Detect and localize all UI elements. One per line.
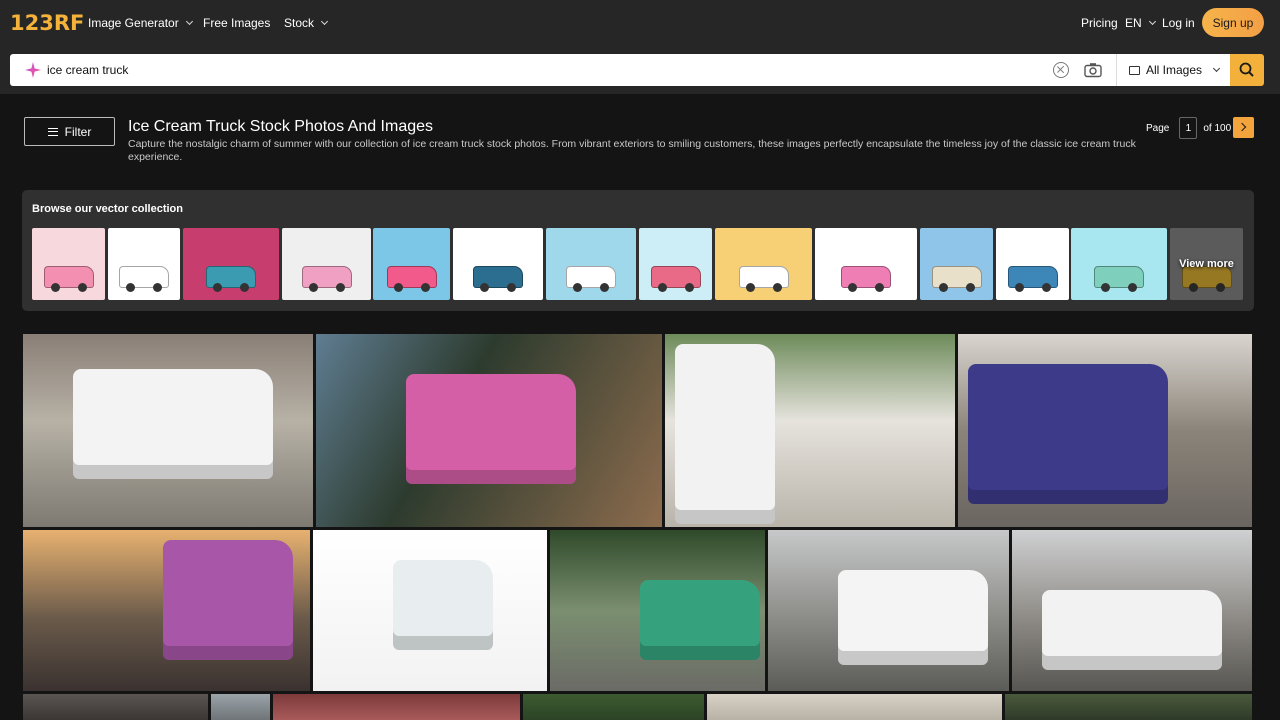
chevron-down-icon xyxy=(1212,64,1221,73)
photo-white-truck-street[interactable] xyxy=(23,334,313,527)
chevron-down-icon xyxy=(185,17,193,26)
photo-tile[interactable] xyxy=(273,694,520,720)
image-icon xyxy=(1129,65,1140,75)
nav-image-generator[interactable]: Image Generator xyxy=(88,16,193,30)
next-page-button[interactable] xyxy=(1233,117,1254,138)
login-label: Log in xyxy=(1162,16,1195,30)
truck-illustration xyxy=(386,266,437,292)
photo-truck-i-love-ny[interactable] xyxy=(1012,530,1252,691)
photo-white-truck-nyc[interactable] xyxy=(768,530,1009,691)
image-type-dropdown[interactable]: All Images xyxy=(1116,54,1230,86)
page-number-input[interactable]: 1 xyxy=(1179,117,1198,139)
clear-search-icon[interactable] xyxy=(1053,62,1069,78)
truck-illustration xyxy=(566,266,616,292)
vector-thumbnail[interactable] xyxy=(546,228,636,300)
language-selector[interactable]: EN xyxy=(1125,16,1156,30)
vector-thumbnail[interactable] xyxy=(815,228,917,300)
truck-illustration xyxy=(119,266,169,292)
search-button[interactable] xyxy=(1230,54,1264,86)
vector-thumbnail[interactable] xyxy=(282,228,371,300)
truck-illustration xyxy=(1094,266,1144,292)
photo-colorful-truck-motion[interactable] xyxy=(316,334,662,527)
image-type-label: All Images xyxy=(1146,63,1203,77)
vector-thumbnail[interactable] xyxy=(996,228,1069,300)
page-description: Capture the nostalgic charm of summer wi… xyxy=(128,138,1136,163)
truck-illustration xyxy=(206,266,256,292)
vector-collection-heading: Browse our vector collection xyxy=(32,203,183,215)
search-icon xyxy=(1239,62,1254,77)
vector-thumbnail[interactable] xyxy=(32,228,105,300)
truck-illustration xyxy=(931,266,982,292)
nav-stock[interactable]: Stock xyxy=(284,16,329,30)
photo-tile[interactable] xyxy=(1005,694,1252,720)
pagination: Page 1 of 100 xyxy=(1146,117,1231,139)
chevron-down-icon xyxy=(320,17,329,26)
vector-thumbnail[interactable] xyxy=(1071,228,1167,300)
truck-shape xyxy=(1042,590,1222,670)
filter-label: Filter xyxy=(64,124,92,139)
site-logo[interactable]: 123RF xyxy=(10,11,84,35)
truck-illustration xyxy=(43,266,94,292)
truck-illustration xyxy=(841,266,891,292)
truck-shape xyxy=(406,374,576,484)
nav-stock-label: Stock xyxy=(284,16,315,30)
truck-shape xyxy=(393,560,493,650)
truck-shape xyxy=(73,369,273,479)
vector-thumbnail[interactable] xyxy=(108,228,180,300)
page-label: Page xyxy=(1146,122,1170,134)
nav-image-generator-label: Image Generator xyxy=(88,16,179,30)
nav-pricing-label: Pricing xyxy=(1081,16,1118,30)
truck-shape xyxy=(838,570,988,665)
search-query: ice cream truck xyxy=(47,63,129,77)
page-total: of 100 xyxy=(1203,122,1232,134)
vector-thumbnail[interactable] xyxy=(453,228,543,300)
language-label: EN xyxy=(1125,16,1142,30)
view-more-link[interactable]: View more xyxy=(1170,228,1243,300)
filter-button[interactable]: Filter xyxy=(24,117,115,146)
vector-thumbnail[interactable] xyxy=(183,228,279,300)
top-navigation: 123RF Image Generator Free Images Stock … xyxy=(0,0,1280,46)
nav-free-images[interactable]: Free Images xyxy=(203,16,270,30)
search-row: ice cream truck All Images xyxy=(0,46,1280,94)
vector-thumbnail[interactable] xyxy=(715,228,812,300)
photo-tile[interactable] xyxy=(523,694,704,720)
truck-illustration xyxy=(473,266,523,292)
vector-thumbnail[interactable] xyxy=(373,228,450,300)
photo-customers-at-truck[interactable] xyxy=(665,334,955,527)
vector-thumbnail[interactable] xyxy=(639,228,712,300)
photo-tile[interactable] xyxy=(707,694,1002,720)
photo-green-truck-city[interactable] xyxy=(550,530,765,691)
ai-sparkle-icon xyxy=(25,62,41,78)
login-link[interactable]: Log in xyxy=(1162,16,1195,30)
truck-illustration xyxy=(738,266,789,292)
camera-icon[interactable] xyxy=(1084,62,1102,78)
truck-shape xyxy=(163,540,293,660)
truck-illustration xyxy=(650,266,701,292)
vector-thumbnail[interactable]: View more xyxy=(1170,228,1243,300)
nav-free-images-label: Free Images xyxy=(203,16,271,30)
photo-tile[interactable] xyxy=(23,694,208,720)
photo-purple-truck-sunset[interactable] xyxy=(23,530,310,691)
filter-icon xyxy=(47,127,58,136)
truck-illustration xyxy=(301,266,352,292)
vector-collection: Browse our vector collection View more xyxy=(22,190,1254,311)
vector-thumbnail[interactable] xyxy=(920,228,993,300)
photo-3d-truck-figures[interactable] xyxy=(313,530,547,691)
photo-blurred-truck-park[interactable] xyxy=(958,334,1252,527)
page-title: Ice Cream Truck Stock Photos And Images xyxy=(128,118,434,135)
nav-pricing[interactable]: Pricing xyxy=(1081,16,1118,30)
signup-button[interactable]: Sign up xyxy=(1202,8,1264,37)
chevron-down-icon xyxy=(1148,17,1156,26)
photo-tile[interactable] xyxy=(211,694,270,720)
truck-shape xyxy=(675,344,775,524)
truck-shape xyxy=(968,364,1168,504)
truck-shape xyxy=(640,580,760,660)
truck-illustration xyxy=(1007,266,1058,292)
search-input[interactable]: ice cream truck xyxy=(10,54,1116,86)
